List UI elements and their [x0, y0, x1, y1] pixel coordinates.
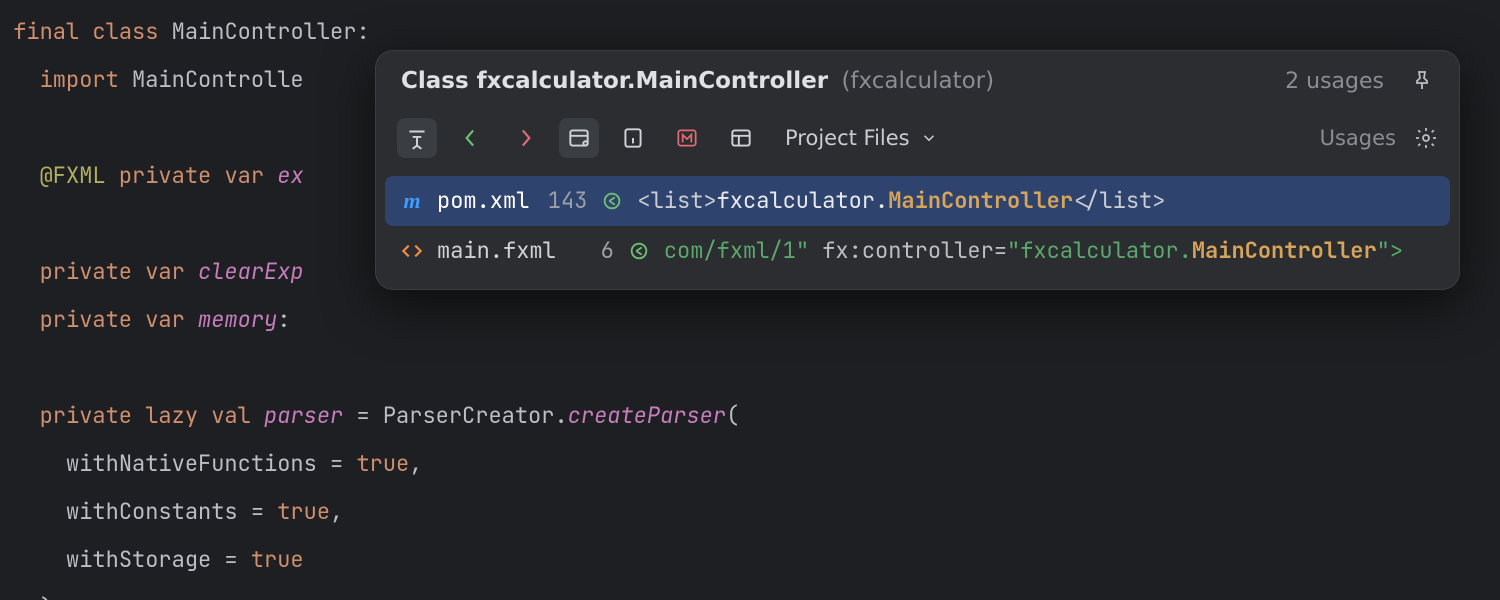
info-button[interactable] — [613, 118, 653, 158]
method: createParser — [568, 401, 726, 430]
usages-heading: Usages — [1320, 126, 1396, 150]
chevron-down-icon — [920, 129, 938, 147]
find-usages-popup: Class fxcalculator.MainController (fxcal… — [375, 50, 1460, 290]
code-line: withConstants = true, — [0, 488, 1500, 536]
param-name: withNativeFunctions — [66, 449, 317, 478]
code-line: private lazy val parser = ParserCreator.… — [0, 392, 1500, 440]
insert-icon — [599, 190, 625, 212]
scope-label: Project Files — [785, 126, 910, 150]
title-prefix: Class — [401, 68, 477, 94]
boolean: true — [277, 497, 330, 526]
keyword: final — [13, 17, 79, 46]
boolean: true — [356, 449, 409, 478]
insert-icon — [626, 240, 652, 262]
object: ParserCreator — [383, 401, 555, 430]
scope-selector[interactable]: Project Files — [785, 126, 938, 150]
title-name: fxcalculator.MainController — [477, 68, 828, 94]
keyword: import — [40, 65, 119, 94]
keyword: private — [40, 305, 132, 334]
popup-toolbar: Project Files Usages — [375, 110, 1460, 172]
keyword: val — [211, 401, 251, 430]
popup-header: Class fxcalculator.MainController (fxcal… — [375, 50, 1460, 110]
identifier: memory — [198, 305, 277, 334]
popup-title: Class fxcalculator.MainController (fxcal… — [401, 68, 994, 94]
code-line: private var memory: — [0, 296, 1500, 344]
keyword: class — [92, 17, 158, 46]
identifier: MainControlle — [132, 65, 304, 94]
prev-occurrence-button[interactable] — [451, 118, 491, 158]
keyword: private — [119, 161, 211, 190]
filter-m-icon[interactable] — [667, 118, 707, 158]
blank-line — [0, 344, 1500, 392]
usages-count: 2 usages — [1285, 69, 1384, 94]
usage-snippet: com/fxml/1" fx:controller="fxcalculator.… — [664, 234, 1403, 268]
identifier: ex — [277, 161, 303, 190]
keyword: lazy — [145, 401, 198, 430]
file-name: main.fxml — [437, 234, 556, 268]
boolean: true — [251, 545, 304, 574]
param-name: withStorage — [66, 545, 211, 574]
identifier: parser — [264, 401, 343, 430]
xml-file-icon — [399, 238, 425, 264]
identifier: clearExp — [198, 257, 304, 286]
keyword: private — [40, 257, 132, 286]
param-name: withConstants — [66, 497, 238, 526]
code-line: ) — [0, 584, 1500, 600]
preview-panel-button[interactable] — [721, 118, 761, 158]
keyword: var — [224, 161, 264, 190]
code-line: final class MainController: — [0, 8, 1500, 56]
next-occurrence-button[interactable] — [505, 118, 545, 158]
class-name: MainController — [172, 17, 357, 46]
gear-icon[interactable] — [1414, 126, 1438, 150]
usage-row[interactable]: main.fxml 6 com/fxml/1" fx:controller="f… — [385, 226, 1450, 276]
code-line: withNativeFunctions = true, — [0, 440, 1500, 488]
annotation: @FXML — [40, 161, 106, 190]
usage-row[interactable]: m pom.xml 143 <list>fxcalculator.MainCon… — [385, 176, 1450, 226]
usages-list: m pom.xml 143 <list>fxcalculator.MainCon… — [375, 172, 1460, 290]
open-in-tool-window-button[interactable] — [397, 118, 437, 158]
maven-file-icon: m — [399, 184, 425, 218]
line-number: 143 — [541, 184, 587, 218]
title-module: (fxcalculator) — [841, 68, 994, 94]
keyword: private — [40, 401, 132, 430]
keyword: var — [145, 305, 185, 334]
pin-icon[interactable] — [1410, 69, 1434, 93]
usage-snippet: <list>fxcalculator.MainController</list> — [637, 184, 1165, 218]
group-by-button[interactable] — [559, 118, 599, 158]
code-line: withStorage = true — [0, 536, 1500, 584]
line-number: 6 — [568, 234, 614, 268]
file-name: pom.xml — [437, 184, 529, 218]
keyword: var — [145, 257, 185, 286]
